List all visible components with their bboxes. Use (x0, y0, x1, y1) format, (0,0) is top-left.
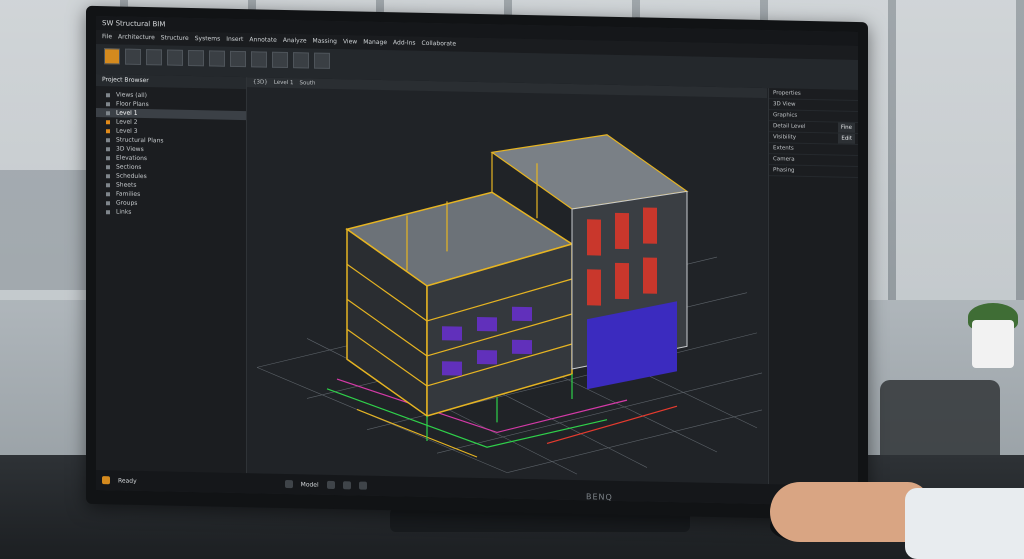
menu-item[interactable]: Massing (313, 35, 337, 50)
properties-panel: Properties 3D View Graphics Detail Level Fin… (768, 88, 858, 487)
property-value[interactable]: Edit (838, 133, 855, 144)
filter-icon[interactable] (326, 480, 335, 490)
tool-select-icon[interactable] (104, 48, 120, 65)
worksets-icon[interactable] (342, 481, 351, 490)
screen: SW Structural BIM File Architecture Struct… (96, 16, 858, 506)
property-label: 3D View (773, 101, 796, 108)
background-building (0, 170, 95, 290)
menu-item[interactable]: Annotate (249, 33, 276, 48)
property-label: Properties (773, 90, 801, 97)
project-browser: Project Browser Views (all) Floor Plans Le… (96, 74, 247, 474)
viewport-tab[interactable]: {3D} (253, 77, 268, 87)
tool-roof-icon[interactable] (251, 51, 267, 68)
viewport-tab[interactable]: Level 1 (274, 78, 294, 88)
office-scene: SW Structural BIM File Architecture Struct… (0, 0, 1024, 559)
property-label: Camera (773, 156, 795, 163)
tool-section-icon[interactable] (293, 52, 309, 69)
3d-viewport[interactable]: {3D} Level 1 South (247, 77, 767, 485)
tool-door-icon[interactable] (146, 49, 162, 66)
menu-item[interactable]: Insert (226, 33, 243, 47)
menu-item[interactable]: View (343, 35, 357, 49)
app-logo-icon (102, 476, 110, 485)
tool-wall-icon[interactable] (125, 48, 141, 65)
app-title: SW Structural BIM (102, 19, 166, 29)
menu-item[interactable]: Manage (363, 36, 387, 50)
tool-floor-icon[interactable] (230, 50, 246, 68)
left-wing (345, 191, 574, 418)
menu-item[interactable]: Structure (161, 31, 189, 46)
property-value[interactable]: Fine (837, 122, 855, 133)
plant-pot (972, 320, 1014, 368)
property-label: Extents (773, 145, 794, 152)
viewport-tab[interactable]: South (300, 78, 316, 88)
design-options-icon[interactable] (358, 481, 367, 490)
menu-item[interactable]: Collaborate (422, 37, 457, 52)
status-model-text: Model (300, 480, 319, 489)
tool-window-icon[interactable] (167, 49, 183, 66)
project-tree: Views (all) Floor Plans Level 1 Level 2 Leve… (96, 86, 246, 219)
monitor: SW Structural BIM File Architecture Struct… (86, 5, 868, 521)
shirt-sleeve (905, 488, 1024, 559)
tool-column-icon[interactable] (188, 49, 204, 67)
tool-beam-icon[interactable] (209, 50, 225, 67)
menu-item[interactable]: Add-Ins (393, 36, 415, 50)
property-row[interactable]: Phasing (769, 165, 858, 179)
menu-item[interactable]: Analyze (283, 34, 307, 48)
monitor-brand-logo: BENQ (586, 492, 613, 502)
menu-item[interactable]: Systems (195, 32, 221, 47)
status-text: Ready (118, 476, 137, 485)
sync-icon[interactable] (284, 479, 293, 489)
tool-tag-icon[interactable] (314, 52, 330, 69)
property-label: Phasing (773, 167, 795, 174)
property-label: Detail Level (773, 123, 806, 130)
menu-item[interactable]: Architecture (118, 30, 155, 45)
building-model (256, 134, 763, 475)
property-label: Graphics (773, 112, 798, 119)
property-label: Visibility (773, 134, 797, 141)
tree-item[interactable]: Links (96, 207, 246, 219)
menu-item[interactable]: File (102, 30, 112, 44)
tool-measure-icon[interactable] (272, 51, 288, 69)
